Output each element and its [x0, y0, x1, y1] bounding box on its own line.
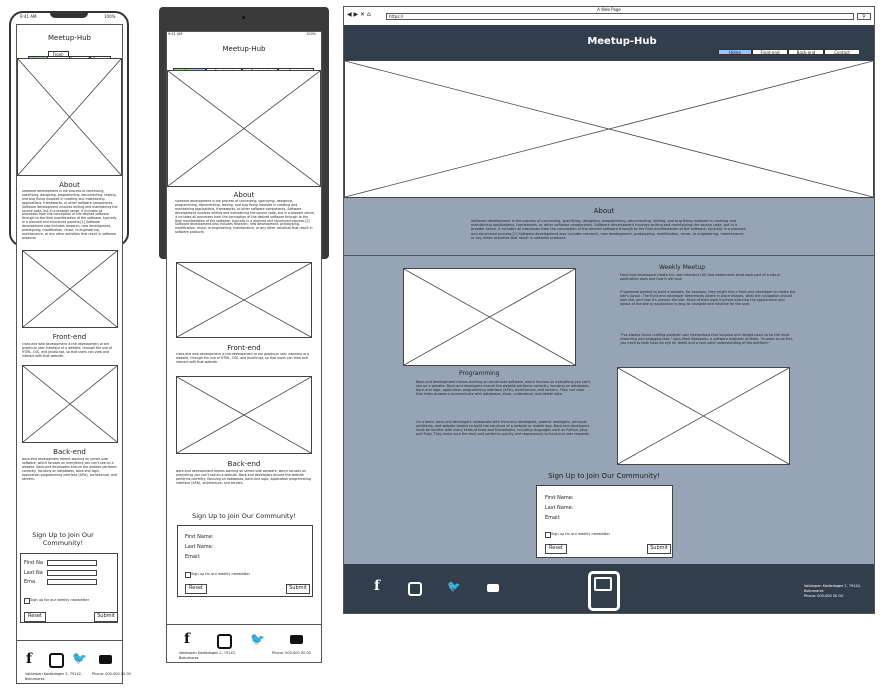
- desktop-programming-text-1: Back-end development means working on se…: [416, 380, 591, 397]
- tablet-signup-title: Sign Up to Join Our Community!: [192, 512, 296, 520]
- tablet-email-label: Email:: [185, 554, 201, 560]
- phone-notch: [50, 12, 88, 18]
- browser-search-icon[interactable]: ⚲: [857, 13, 871, 20]
- mobile-frontend-image: [22, 250, 118, 328]
- desktop-brand: Meetup-Hub: [587, 36, 657, 47]
- tablet-status-time: 9:41 AM: [168, 32, 183, 36]
- mobile-backend-image: [22, 365, 118, 443]
- desktop-hero-image: [344, 60, 874, 198]
- browser-tab-title: A Web Page: [597, 7, 621, 12]
- browser-nav-buttons[interactable]: ◀ ▶ ✕ ⌂: [347, 12, 371, 18]
- mobile-signup-title-line1: Sign Up to Join Our: [32, 531, 94, 539]
- facebook-icon[interactable]: f: [374, 578, 380, 594]
- twitter-icon[interactable]: 🐦: [72, 651, 87, 665]
- mobile-last-name-input[interactable]: [47, 570, 97, 576]
- mobile-first-name-label: First Na: [24, 560, 43, 566]
- mobile-frontend-title: Front-end: [52, 333, 87, 341]
- mobile-about-title: About: [59, 181, 80, 189]
- tablet-brand: Meetup-Hub: [222, 45, 266, 53]
- tablet-submit-button[interactable]: Submit: [286, 584, 310, 594]
- mobile-newsletter-label: Sign up for our weekly newsletter: [30, 598, 90, 602]
- browser-url: https://: [389, 14, 404, 19]
- mobile-frontend-text: Front-end web development is the develop…: [22, 343, 112, 358]
- tablet-hero-image: [167, 70, 321, 187]
- tablet-last-name-label: Last Name:: [185, 544, 214, 550]
- youtube-icon[interactable]: [290, 635, 303, 644]
- mobile-signup-form: First Na Last Na Ema Sign up for our wee…: [20, 553, 118, 623]
- tablet-about-title: About: [233, 191, 255, 199]
- twitter-icon[interactable]: 🐦: [250, 632, 265, 646]
- desktop-first-name-label: First Name:: [545, 495, 574, 501]
- facebook-icon[interactable]: f: [26, 651, 32, 667]
- desktop-about-text: Software development is the process of c…: [471, 219, 746, 240]
- desktop-weekly-title: Weekly Meetup: [659, 264, 706, 271]
- desktop-programming-image: [617, 367, 790, 465]
- mobile-email-label: Ema: [24, 579, 36, 585]
- desktop-email-label: Email:: [545, 515, 561, 521]
- tablet-status-battery: 100%: [306, 32, 317, 36]
- desktop-signup-title: Sign Up to Join Our Community!: [548, 472, 660, 480]
- mobile-brand: Meetup-Hub: [48, 34, 91, 42]
- tablet-footer-address-2: Bokumares: [179, 656, 199, 660]
- phone-status-battery: 100%: [104, 14, 116, 19]
- tablet-first-name-label: First Name:: [185, 534, 214, 540]
- mobile-backend-text: Back-end development means working on se…: [22, 458, 118, 481]
- youtube-icon[interactable]: [99, 655, 112, 664]
- desktop-about-title: About: [593, 207, 615, 215]
- youtube-icon[interactable]: [487, 584, 499, 592]
- desktop-footer-phone: Phone: 000-000 00 00: [804, 594, 843, 598]
- mobile-reset-button[interactable]: Reset: [24, 612, 46, 622]
- desktop-submit-button[interactable]: Submit: [647, 544, 671, 554]
- tablet-camera: [242, 16, 245, 19]
- tablet-frontend-title: Front-end: [227, 344, 261, 352]
- desktop-weekly-text-3: "I've always found crafting polished use…: [620, 333, 794, 346]
- tablet-reset-button[interactable]: Reset: [185, 584, 207, 594]
- phone-status-time: 9:41 AM: [20, 14, 37, 19]
- mobile-email-input[interactable]: [47, 579, 97, 585]
- mobile-footer-address-2: Bokumares: [25, 677, 45, 681]
- nav-home[interactable]: Home: [718, 49, 752, 55]
- mobile-hero-image: [17, 58, 122, 176]
- desktop-nav: Home Front-end Back-end Contact: [718, 39, 862, 58]
- desktop-signup-form: First Name: Last Name: Email: Sign up fo…: [536, 485, 673, 558]
- tablet-backend-image: [176, 376, 312, 454]
- tablet-footer-divider: [166, 624, 322, 625]
- tablet-about-text: Software development is the process of c…: [175, 200, 315, 235]
- tablet-newsletter-label: Sign up for our weekly newsletter: [191, 572, 251, 576]
- desktop-weekly-text-1: Front-end developers create the user int…: [620, 273, 781, 282]
- mobile-footer-divider: [16, 640, 123, 641]
- nav-back-end[interactable]: Back-end: [788, 49, 824, 55]
- desktop-newsletter-label: Sign up for our weekly newsletter: [551, 532, 611, 536]
- nav-contact[interactable]: Contact: [824, 49, 860, 55]
- twitter-icon[interactable]: 🐦: [447, 580, 461, 593]
- computer-icon: [588, 571, 620, 611]
- desktop-programming-text-2: On a team, back-end developers collabora…: [416, 420, 590, 437]
- mobile-signup-title-line2: Community!: [42, 539, 84, 547]
- mobile-first-name-input[interactable]: [47, 560, 97, 566]
- mobile-submit-button[interactable]: Submit: [94, 612, 118, 622]
- desktop-programming-title: Programming: [459, 370, 500, 377]
- mobile-last-name-label: Last Na: [24, 570, 43, 576]
- tablet-backend-title: Back-end: [227, 460, 261, 468]
- mobile-about-text: Software development is the process of c…: [22, 190, 118, 240]
- nav-front-end[interactable]: Front-end: [48, 51, 69, 62]
- tablet-backend-text: Back-end development means working on se…: [176, 470, 311, 485]
- tablet-frontend-image: [176, 262, 312, 338]
- instagram-icon[interactable]: [49, 653, 64, 668]
- instagram-icon[interactable]: [408, 582, 422, 596]
- tablet-frontend-text: Front-end web development is the develop…: [176, 353, 310, 364]
- tablet-footer-phone: Phone: 000-000 00 00: [272, 651, 311, 655]
- mobile-backend-title: Back-end: [53, 448, 86, 456]
- nav-front-end[interactable]: Front-end: [752, 49, 788, 55]
- desktop-last-name-label: Last Name:: [545, 505, 574, 511]
- tablet-signup-form: First Name: Last Name: Email: Sign up fo…: [177, 525, 313, 597]
- facebook-icon[interactable]: f: [184, 631, 190, 647]
- desktop-weekly-image: [403, 268, 576, 366]
- browser-address-bar[interactable]: https://: [386, 13, 854, 20]
- mobile-footer-phone: Phone: 000-000 00 00: [92, 672, 131, 676]
- desktop-reset-button[interactable]: Reset: [545, 544, 567, 554]
- desktop-weekly-text-2: If someone wanted to build a website, fo…: [620, 290, 796, 307]
- instagram-icon[interactable]: [217, 634, 232, 649]
